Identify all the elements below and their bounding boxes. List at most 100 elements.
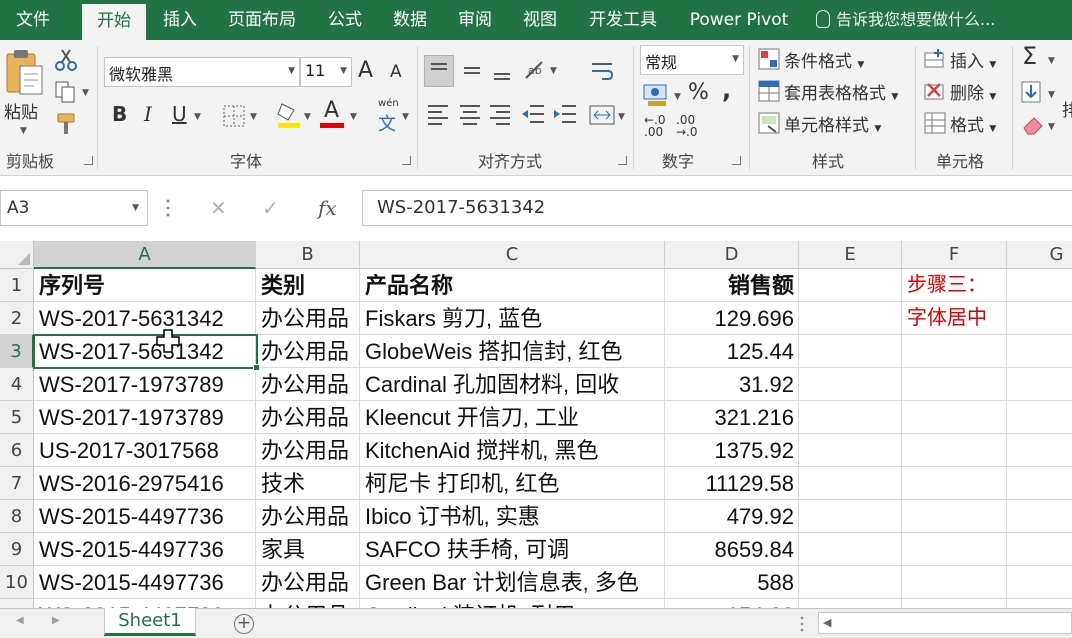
borders-dropdown-icon[interactable]: ▼ xyxy=(250,112,257,122)
top-align-button[interactable] xyxy=(424,55,454,87)
cell-g1[interactable] xyxy=(1007,269,1072,302)
cell-d11[interactable]: 154.28 xyxy=(665,599,799,608)
row-header[interactable]: 8 xyxy=(0,500,34,533)
cell-d3[interactable]: 125.44 xyxy=(665,335,799,368)
sheet-tab-sheet1[interactable]: Sheet1 xyxy=(104,608,196,636)
cell-f10[interactable] xyxy=(902,566,1007,599)
cell-c6[interactable]: KitchenAid 搅拌机, 黑色 xyxy=(360,434,665,467)
cell-b2[interactable]: 办公用品 xyxy=(256,302,360,335)
cell-d2[interactable]: 129.696 xyxy=(665,302,799,335)
cell-f4[interactable] xyxy=(902,368,1007,401)
font-color-button[interactable]: A xyxy=(324,98,339,123)
delete-cells-button[interactable]: 删除 ▼ xyxy=(950,79,996,104)
cell-b8[interactable]: 办公用品 xyxy=(256,500,360,533)
cell-f5[interactable] xyxy=(902,401,1007,434)
column-header-f[interactable]: F xyxy=(902,241,1007,269)
add-sheet-button[interactable]: + xyxy=(234,614,254,634)
cell-c11[interactable]: Cardinal 装订机, 耐用 xyxy=(360,599,665,608)
align-right-icon[interactable] xyxy=(488,102,512,128)
cell-b11[interactable]: 办公用品 xyxy=(256,599,360,608)
tell-me-search[interactable]: 告诉我您想要做什么... xyxy=(816,0,995,40)
middle-align-icon[interactable] xyxy=(458,56,486,86)
name-box[interactable]: A3 ▼ xyxy=(0,190,148,226)
merge-dropdown-icon[interactable]: ▼ xyxy=(618,112,625,122)
comma-style-button[interactable]: , xyxy=(722,76,731,104)
underline-button[interactable]: U xyxy=(172,102,187,126)
fill-color-dropdown-icon[interactable]: ▼ xyxy=(304,112,311,122)
paste-button[interactable]: 粘贴 xyxy=(4,98,38,123)
cell-b10[interactable]: 办公用品 xyxy=(256,566,360,599)
format-cells-button[interactable]: 格式 ▼ xyxy=(950,111,996,136)
cell-d8[interactable]: 479.92 xyxy=(665,500,799,533)
orientation-icon[interactable]: ab xyxy=(522,56,550,86)
decrease-indent-icon[interactable] xyxy=(520,102,546,128)
cell-e8[interactable] xyxy=(799,500,902,533)
grow-font-button[interactable]: A xyxy=(358,58,373,83)
horizontal-scrollbar[interactable]: ◀ xyxy=(818,612,1072,634)
tab-file[interactable]: 文件 xyxy=(0,0,66,40)
increase-indent-icon[interactable] xyxy=(552,102,578,128)
cell-c7[interactable]: 柯尼卡 打印机, 红色 xyxy=(360,467,665,500)
chevron-down-icon[interactable]: ▼ xyxy=(132,191,139,225)
cell-c1[interactable]: 产品名称 xyxy=(360,269,665,302)
cell-g2[interactable] xyxy=(1007,302,1072,335)
cell-b4[interactable]: 办公用品 xyxy=(256,368,360,401)
fill-color-icon[interactable] xyxy=(276,100,302,130)
cell-b6[interactable]: 办公用品 xyxy=(256,434,360,467)
cell-f7[interactable] xyxy=(902,467,1007,500)
autosum-button[interactable]: Σ xyxy=(1022,42,1037,70)
cell-e11[interactable] xyxy=(799,599,902,608)
tab-data[interactable]: 数据 xyxy=(382,0,438,40)
cell-g5[interactable] xyxy=(1007,401,1072,434)
split-handle-icon[interactable] xyxy=(800,615,804,633)
font-color-dropdown-icon[interactable]: ▼ xyxy=(350,112,357,122)
cell-c9[interactable]: SAFCO 扶手椅, 可调 xyxy=(360,533,665,566)
clear-eraser-icon[interactable] xyxy=(1020,112,1044,136)
clear-dropdown-icon[interactable]: ▼ xyxy=(1048,122,1055,132)
cell-d10[interactable]: 588 xyxy=(665,566,799,599)
enter-check-icon[interactable]: ✓ xyxy=(262,190,279,226)
cell-a7[interactable]: WS-2016-2975416 xyxy=(34,467,256,500)
column-header-e[interactable]: E xyxy=(799,241,902,269)
cell-g11[interactable] xyxy=(1007,599,1072,608)
cell-g8[interactable] xyxy=(1007,500,1072,533)
cell-b9[interactable]: 家具 xyxy=(256,533,360,566)
row-header[interactable]: 6 xyxy=(0,434,34,467)
cell-b3[interactable]: 办公用品 xyxy=(256,335,360,368)
format-as-table-button[interactable]: 套用表格格式 ▼ xyxy=(784,79,898,104)
merge-center-icon[interactable] xyxy=(588,102,616,128)
formula-input[interactable]: WS-2017-5631342 xyxy=(362,190,1072,226)
orientation-dropdown-icon[interactable]: ▼ xyxy=(550,66,557,76)
select-all-corner[interactable] xyxy=(0,241,34,269)
alignment-launcher-icon[interactable] xyxy=(618,156,627,165)
cell-a3[interactable]: WS-2017-5631342 xyxy=(34,335,256,368)
percent-style-button[interactable]: % xyxy=(688,80,709,105)
accounting-dropdown-icon[interactable]: ▼ xyxy=(674,92,681,102)
cell-a1[interactable]: 序列号 xyxy=(34,269,256,302)
cell-e9[interactable] xyxy=(799,533,902,566)
cell-f2[interactable]: 字体居中 xyxy=(902,302,1007,335)
insert-cells-button[interactable]: 插入 ▼ xyxy=(950,47,996,72)
copy-icon[interactable] xyxy=(54,80,78,104)
cell-f8[interactable] xyxy=(902,500,1007,533)
cell-d6[interactable]: 1375.92 xyxy=(665,434,799,467)
row-header[interactable]: 7 xyxy=(0,467,34,500)
row-header[interactable]: 5 xyxy=(0,401,34,434)
cell-g7[interactable] xyxy=(1007,467,1072,500)
phonetic-dropdown-icon[interactable]: ▼ xyxy=(402,112,409,122)
cell-g3[interactable] xyxy=(1007,335,1072,368)
row-header[interactable]: 1 xyxy=(0,269,34,302)
cell-f9[interactable] xyxy=(902,533,1007,566)
conditional-format-button[interactable]: 条件格式 ▼ xyxy=(784,47,864,72)
column-header-a[interactable]: A xyxy=(34,241,256,269)
cell-a8[interactable]: WS-2015-4497736 xyxy=(34,500,256,533)
cell-a4[interactable]: WS-2017-1973789 xyxy=(34,368,256,401)
clipboard-launcher-icon[interactable] xyxy=(84,156,93,165)
cell-a11[interactable]: WS-2015-4497736 xyxy=(34,599,256,608)
cell-c2[interactable]: Fiskars 剪刀, 蓝色 xyxy=(360,302,665,335)
row-header[interactable]: 3 xyxy=(0,335,34,368)
column-header-g[interactable]: G xyxy=(1007,241,1072,269)
row-header[interactable]: 11 xyxy=(0,599,34,608)
row-header[interactable]: 9 xyxy=(0,533,34,566)
cell-styles-button[interactable]: 单元格样式 ▼ xyxy=(784,111,881,136)
